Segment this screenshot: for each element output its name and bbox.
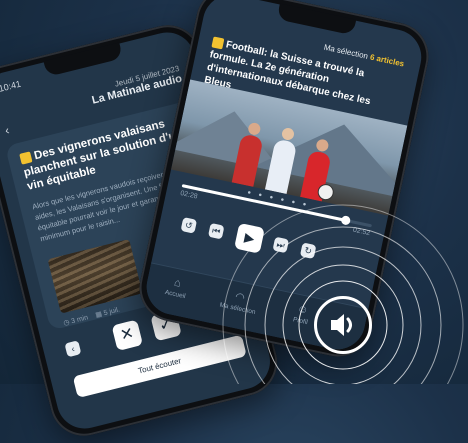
next-icon: ⏭ <box>275 239 286 251</box>
tab-label: Profil <box>292 316 309 327</box>
bookmark-tag-icon <box>19 151 33 166</box>
play-icon: ▶ <box>243 229 257 247</box>
status-time: 10:41 <box>0 78 22 94</box>
tab-ma-selection[interactable]: ◠ Ma sélection <box>215 286 263 317</box>
close-icon: ✕ <box>118 324 136 345</box>
bookmark-tag-icon <box>211 36 225 50</box>
rewind-10-button[interactable]: ↺ <box>180 217 198 234</box>
rewind-10-icon: ↺ <box>184 219 194 232</box>
previous-card-button[interactable]: ‹ <box>64 340 82 358</box>
play-button[interactable]: ▶ <box>234 222 265 254</box>
calendar-icon: ▦ <box>94 310 103 320</box>
speaker-icon <box>331 314 352 336</box>
selection-label: Ma sélection <box>323 42 369 61</box>
clock-icon: ◷ <box>62 318 71 328</box>
forward-10-icon: ↻ <box>303 245 313 257</box>
time-total: 02:52 <box>352 226 371 238</box>
forward-10-button[interactable]: ↻ <box>299 242 317 260</box>
page-header: Jeudi 5 juillet 2023 La Matinale audio <box>89 64 183 107</box>
selection-count: 6 articles <box>369 52 405 69</box>
tab-accueil[interactable]: ⌂ Accueil <box>153 273 200 303</box>
previous-button[interactable]: ⏮ <box>207 222 225 240</box>
previous-icon: ⏮ <box>211 225 222 237</box>
progress-knob[interactable] <box>340 215 351 226</box>
dismiss-button[interactable]: ✕ <box>111 319 144 352</box>
article-date: 5 juil. <box>103 306 121 318</box>
time-elapsed: 02:28 <box>179 189 199 201</box>
chevron-left-icon[interactable]: ‹ <box>3 123 10 138</box>
article-photo <box>47 238 143 314</box>
next-button[interactable]: ⏭ <box>272 236 290 254</box>
sound-button[interactable] <box>314 296 372 354</box>
article-duration: 3 min <box>70 314 89 326</box>
